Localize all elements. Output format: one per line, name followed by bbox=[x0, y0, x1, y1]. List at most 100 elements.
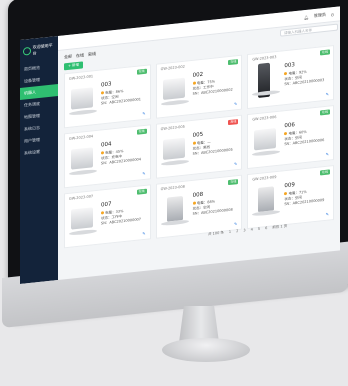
status-badge: 在线 bbox=[319, 49, 330, 56]
robot-card[interactable]: GW-2023-004 在线 004 电量：45% 状态：充电中 SN：ABC2… bbox=[64, 124, 151, 189]
edit-icon[interactable]: ✎ bbox=[234, 101, 237, 106]
robot-code: GW-2023-003 bbox=[252, 55, 277, 62]
page-number[interactable]: 4 bbox=[251, 228, 253, 233]
robot-info: 电量：— 状态：离线 SN：ABC20210000005 bbox=[192, 138, 233, 157]
main-content: 🔔︎ 管理员 ⏻ 全部 在线 离线 请输入机器人名称 + 新增 GW-2023-… bbox=[58, 6, 340, 280]
robot-shadow bbox=[252, 149, 281, 157]
robot-info: 电量：75% 状态：工作中 SN：ABC20210000002 bbox=[192, 78, 233, 97]
robot-name: 003 bbox=[101, 81, 112, 89]
robot-code: GW-2023-005 bbox=[160, 124, 185, 132]
robot-shadow bbox=[160, 99, 189, 107]
monitor-stand-foot bbox=[162, 338, 250, 362]
filter-tabs: 全部 在线 离线 bbox=[64, 51, 96, 60]
status-badge: 在线 bbox=[228, 179, 239, 186]
robot-shadow bbox=[160, 219, 189, 227]
robot-image bbox=[162, 77, 185, 101]
battery-dot-icon bbox=[192, 141, 196, 145]
robot-name: 003 bbox=[284, 62, 295, 70]
edit-icon[interactable]: ✎ bbox=[326, 92, 329, 97]
robot-card[interactable]: GW-2023-005 离线 005 电量：— 状态：离线 SN：ABC2021… bbox=[155, 114, 243, 179]
robot-image bbox=[258, 186, 275, 212]
robot-code: GW-2023-001 bbox=[69, 74, 94, 81]
status-badge: 在线 bbox=[136, 188, 147, 195]
robot-info: 电量：33% 状态：工作中 SN：ABC20210000007 bbox=[101, 207, 141, 226]
robot-image bbox=[71, 207, 93, 230]
page-number[interactable]: 5 bbox=[258, 227, 260, 232]
battery-dot-icon bbox=[101, 91, 104, 95]
edit-icon[interactable]: ✎ bbox=[326, 152, 329, 157]
edit-icon[interactable]: ✎ bbox=[142, 231, 145, 236]
pagination-summary: 共 100 条 bbox=[208, 230, 224, 237]
battery-dot-icon bbox=[101, 151, 104, 155]
status-badge: 在线 bbox=[228, 59, 239, 66]
robot-card-grid: GW-2023-001 在线 003 电量：86% 状态：空闲 SN：ABC20… bbox=[64, 44, 334, 249]
edit-icon[interactable]: ✎ bbox=[326, 212, 329, 217]
robot-name: 002 bbox=[192, 71, 204, 79]
logo-icon bbox=[23, 46, 31, 56]
robot-card[interactable]: GW-2023-009 在线 009 电量：71% 状态：空闲 SN：ABC20… bbox=[247, 164, 334, 230]
add-button[interactable]: + 新增 bbox=[64, 61, 84, 71]
robot-name: 005 bbox=[192, 131, 204, 139]
robot-image bbox=[162, 137, 185, 161]
robot-info: 电量：45% 状态：充电中 SN：ABC20210000004 bbox=[101, 147, 141, 166]
robot-code: GW-2023-004 bbox=[69, 134, 94, 141]
robot-shadow bbox=[252, 209, 281, 217]
bell-icon[interactable]: 🔔︎ bbox=[304, 14, 309, 20]
tab-online[interactable]: 在线 bbox=[76, 52, 84, 59]
robot-card[interactable]: GW-2023-001 在线 003 电量：86% 状态：空闲 SN：ABC20… bbox=[64, 64, 151, 129]
battery-dot-icon bbox=[101, 211, 104, 215]
robot-name: 009 bbox=[284, 182, 295, 190]
robot-name: 006 bbox=[284, 122, 295, 130]
status-badge: 离线 bbox=[228, 119, 239, 126]
edit-icon[interactable]: ✎ bbox=[142, 171, 145, 176]
robot-card[interactable]: GW-2023-003 在线 003 电量：92% 状态：空闲 SN：ABC20… bbox=[247, 44, 334, 110]
robot-info: 电量：60% 状态：空闲 SN：ABC20210000006 bbox=[284, 128, 324, 147]
robot-code: GW-2023-002 bbox=[160, 64, 185, 72]
robot-name: 004 bbox=[101, 141, 112, 149]
robot-shadow bbox=[69, 228, 97, 236]
status-badge: 在线 bbox=[319, 109, 330, 116]
edit-icon[interactable]: ✎ bbox=[142, 111, 145, 116]
robot-code: GW-2023-008 bbox=[160, 184, 185, 192]
robot-shadow bbox=[160, 159, 189, 167]
robot-info: 电量：88% 状态：空闲 SN：ABC20210000008 bbox=[192, 198, 233, 217]
robot-image bbox=[166, 195, 183, 222]
page-number[interactable]: 2 bbox=[236, 229, 238, 234]
logout-icon[interactable]: ⏻ bbox=[331, 11, 334, 16]
robot-info: 电量：86% 状态：空闲 SN：ABC20210000001 bbox=[101, 87, 141, 106]
tab-all[interactable]: 全部 bbox=[64, 54, 72, 61]
robot-info: 电量：71% 状态：空闲 SN：ABC20210000009 bbox=[284, 188, 324, 207]
pagination-goto[interactable]: 前往 1 页 bbox=[272, 224, 287, 231]
robot-name: 007 bbox=[101, 201, 112, 209]
robot-code: GW-2023-006 bbox=[252, 115, 277, 122]
screen: 欢迎使用平台 首页概览 设备管理 机器人 任务调度 地图管理 系统日志 用户管理… bbox=[20, 6, 340, 285]
page-number[interactable]: 3 bbox=[243, 228, 245, 233]
robot-code: GW-2023-009 bbox=[252, 175, 277, 182]
robot-image bbox=[254, 128, 277, 151]
page-number[interactable]: 1 bbox=[229, 230, 231, 235]
app-title: 欢迎使用平台 bbox=[32, 42, 53, 56]
robot-code: GW-2023-007 bbox=[69, 194, 94, 201]
sidebar: 欢迎使用平台 首页概览 设备管理 机器人 任务调度 地图管理 系统日志 用户管理… bbox=[20, 36, 58, 284]
battery-dot-icon bbox=[192, 81, 196, 85]
status-badge: 在线 bbox=[136, 68, 147, 75]
tab-offline[interactable]: 离线 bbox=[88, 51, 96, 58]
battery-dot-icon bbox=[284, 191, 288, 196]
status-badge: 在线 bbox=[319, 169, 330, 176]
robot-card[interactable]: GW-2023-006 在线 006 电量：60% 状态：空闲 SN：ABC20… bbox=[247, 104, 334, 170]
robot-card[interactable]: GW-2023-007 在线 007 电量：33% 状态：工作中 SN：ABC2… bbox=[64, 184, 151, 249]
status-badge: 在线 bbox=[136, 128, 147, 135]
robot-image bbox=[71, 87, 93, 110]
robot-card[interactable]: GW-2023-002 在线 002 电量：75% 状态：工作中 SN：ABC2… bbox=[155, 54, 243, 119]
edit-icon[interactable]: ✎ bbox=[234, 161, 237, 166]
edit-icon[interactable]: ✎ bbox=[234, 221, 237, 226]
battery-dot-icon bbox=[192, 201, 196, 205]
sidebar-item-7[interactable]: 系统设置 bbox=[20, 144, 58, 160]
robot-shadow bbox=[69, 168, 97, 176]
battery-dot-icon bbox=[284, 71, 288, 76]
page-number[interactable]: 6 bbox=[265, 226, 267, 231]
robot-image bbox=[71, 147, 93, 170]
robot-name: 008 bbox=[192, 191, 204, 199]
robot-info: 电量：92% 状态：空闲 SN：ABC20210000003 bbox=[284, 68, 324, 87]
user-name[interactable]: 管理员 bbox=[314, 12, 326, 19]
